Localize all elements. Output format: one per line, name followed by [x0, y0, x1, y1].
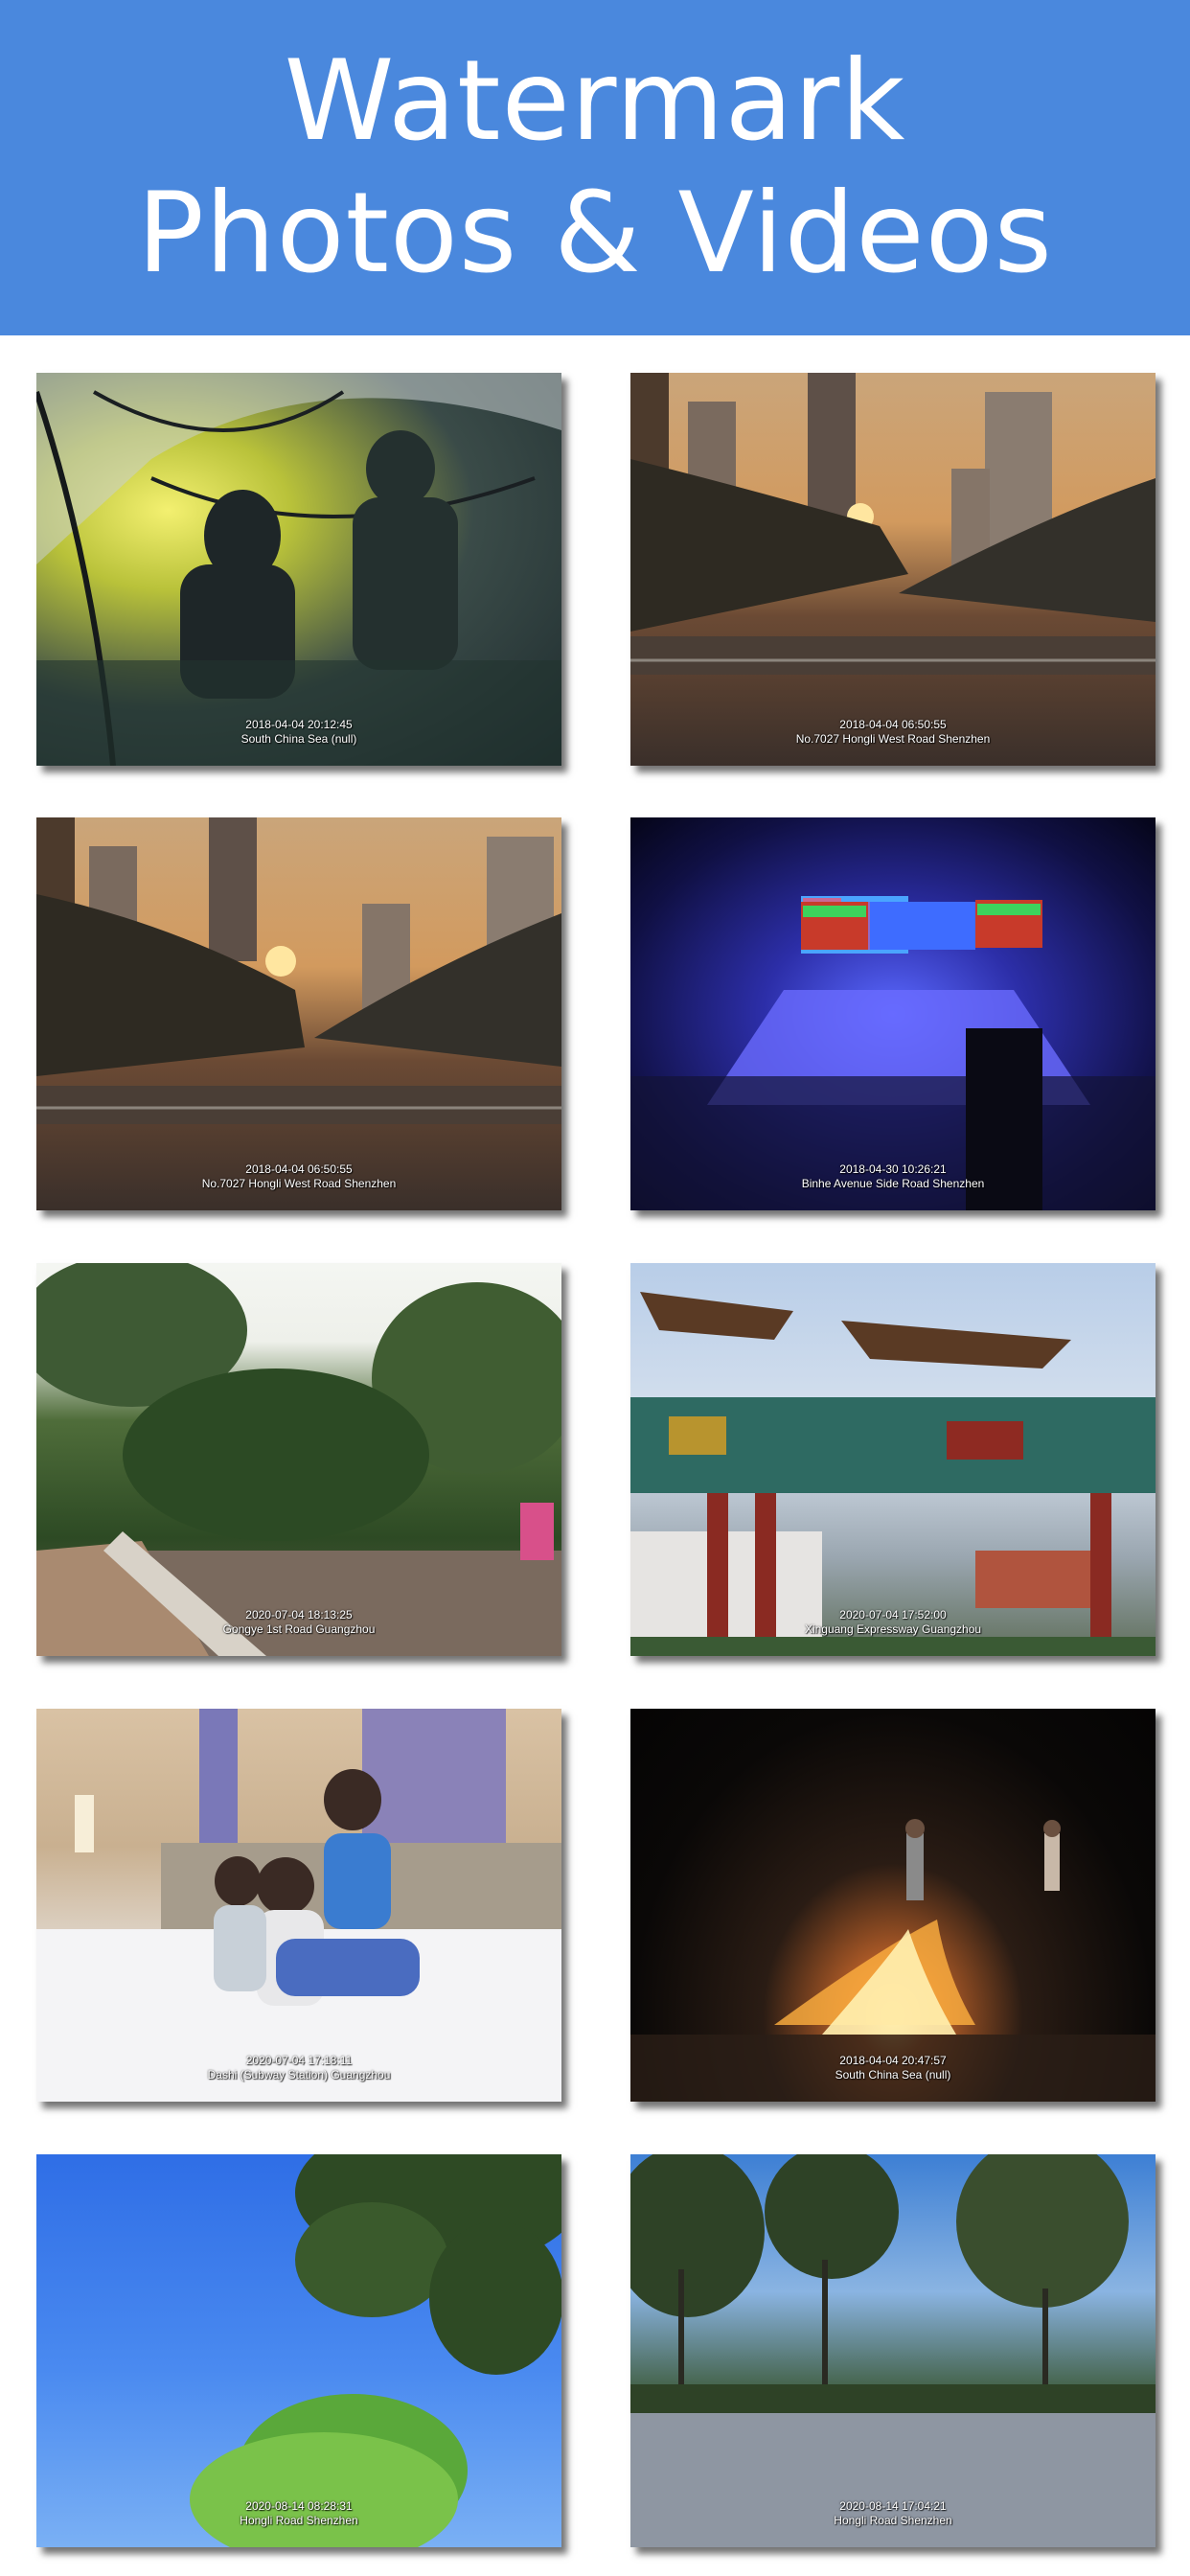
- photo-scene-shapes: [630, 1819, 1156, 2102]
- photo-scene-shapes: [630, 373, 1156, 675]
- watermark-place: Hongli Road Shenzhen: [834, 2514, 952, 2527]
- watermark-time: 2018-04-04 06:50:55: [839, 718, 947, 731]
- photo-chinese-gate[interactable]: 2020-07-04 17:52:00 Xinguang Expressway …: [630, 1263, 1156, 1656]
- photo-watermark: 2018-04-04 06:50:55 No.7027 Hongli West …: [630, 718, 1156, 747]
- photo-watermark: 2020-08-14 08:28:31 Hongli Road Shenzhen: [36, 2499, 561, 2528]
- watermark-time: 2018-04-04 20:47:57: [839, 2054, 947, 2067]
- watermark-time: 2018-04-04 20:12:45: [245, 718, 353, 731]
- photo-city-sunrise[interactable]: 2018-04-04 06:50:55 No.7027 Hongli West …: [630, 373, 1156, 766]
- photo-watermark: 2018-04-04 20:12:45 South China Sea (nul…: [36, 718, 561, 747]
- photo-watermark: 2018-04-04 20:47:57 South China Sea (nul…: [630, 2054, 1156, 2082]
- photo-scene-shapes: [630, 896, 1156, 1210]
- photo-grid: 2018-04-04 20:12:45 South China Sea (nul…: [0, 335, 1190, 2576]
- watermark-place: South China Sea (null): [240, 732, 357, 746]
- photo-scene-shapes: [190, 2154, 561, 2547]
- header-title-line2: Photos & Videos: [137, 169, 1053, 298]
- photo-city-plaza[interactable]: 2020-08-14 17:04:21 Hongli Road Shenzhen: [630, 2154, 1156, 2547]
- photo-scene-shapes: [36, 817, 561, 1124]
- watermark-place: South China Sea (null): [835, 2068, 951, 2082]
- photo-watermark: 2020-07-04 17:18:11 Dashi (Subway Statio…: [36, 2054, 561, 2082]
- watermark-place: Binhe Avenue Side Road Shenzhen: [801, 1177, 985, 1190]
- watermark-place: Xinguang Expressway Guangzhou: [804, 1622, 982, 1636]
- photo-scene-shapes: [36, 1709, 561, 2102]
- photo-scene-shapes: [630, 1292, 1156, 1656]
- header-title-line1: Watermark: [284, 36, 906, 166]
- photo-blue-sky-trees[interactable]: 2020-08-14 08:28:31 Hongli Road Shenzhen: [36, 2154, 561, 2547]
- photo-watermark: 2018-04-30 10:26:21 Binhe Avenue Side Ro…: [630, 1162, 1156, 1191]
- photo-watermark: 2020-07-04 17:52:00 Xinguang Expressway …: [630, 1608, 1156, 1637]
- photo-scene-shapes: [36, 1263, 561, 1656]
- photo-watermark: 2020-07-04 18:13:25 Gongye 1st Road Guan…: [36, 1608, 561, 1637]
- watermark-time: 2018-04-04 06:50:55: [245, 1162, 353, 1176]
- watermark-time: 2020-08-14 17:04:21: [839, 2499, 947, 2513]
- watermark-time: 2018-04-30 10:26:21: [839, 1162, 947, 1176]
- photo-scene-shapes: [36, 373, 561, 766]
- promo-header: Watermark Photos & Videos: [0, 0, 1190, 335]
- watermark-time: 2020-07-04 18:13:25: [245, 1608, 353, 1622]
- watermark-place: No.7027 Hongli West Road Shenzhen: [201, 1177, 397, 1190]
- photo-park-trees[interactable]: 2020-07-04 18:13:25 Gongye 1st Road Guan…: [36, 1263, 561, 1656]
- photo-beach-campfire[interactable]: 2018-04-04 20:47:57 South China Sea (nul…: [630, 1709, 1156, 2102]
- photo-hotel-room-kids[interactable]: 2020-07-04 17:18:11 Dashi (Subway Statio…: [36, 1709, 561, 2102]
- watermark-place: Hongli Road Shenzhen: [240, 2514, 358, 2527]
- watermark-place: Dashi (Subway Station) Guangzhou: [207, 2068, 391, 2082]
- photo-tent-night[interactable]: 2018-04-04 20:12:45 South China Sea (nul…: [36, 373, 561, 766]
- watermark-time: 2020-07-04 17:52:00: [839, 1608, 947, 1622]
- watermark-place: No.7027 Hongli West Road Shenzhen: [795, 732, 991, 746]
- photo-concert-stage[interactable]: 2018-04-30 10:26:21 Binhe Avenue Side Ro…: [630, 817, 1156, 1210]
- photo-watermark: 2020-08-14 17:04:21 Hongli Road Shenzhen: [630, 2499, 1156, 2528]
- photo-scene-shapes: [630, 2154, 1156, 2547]
- photo-city-sunrise-2[interactable]: 2018-04-04 06:50:55 No.7027 Hongli West …: [36, 817, 561, 1210]
- watermark-time: 2020-08-14 08:28:31: [245, 2499, 353, 2513]
- watermark-time: 2020-07-04 17:18:11: [245, 2054, 353, 2067]
- watermark-place: Gongye 1st Road Guangzhou: [222, 1622, 376, 1636]
- photo-watermark: 2018-04-04 06:50:55 No.7027 Hongli West …: [36, 1162, 561, 1191]
